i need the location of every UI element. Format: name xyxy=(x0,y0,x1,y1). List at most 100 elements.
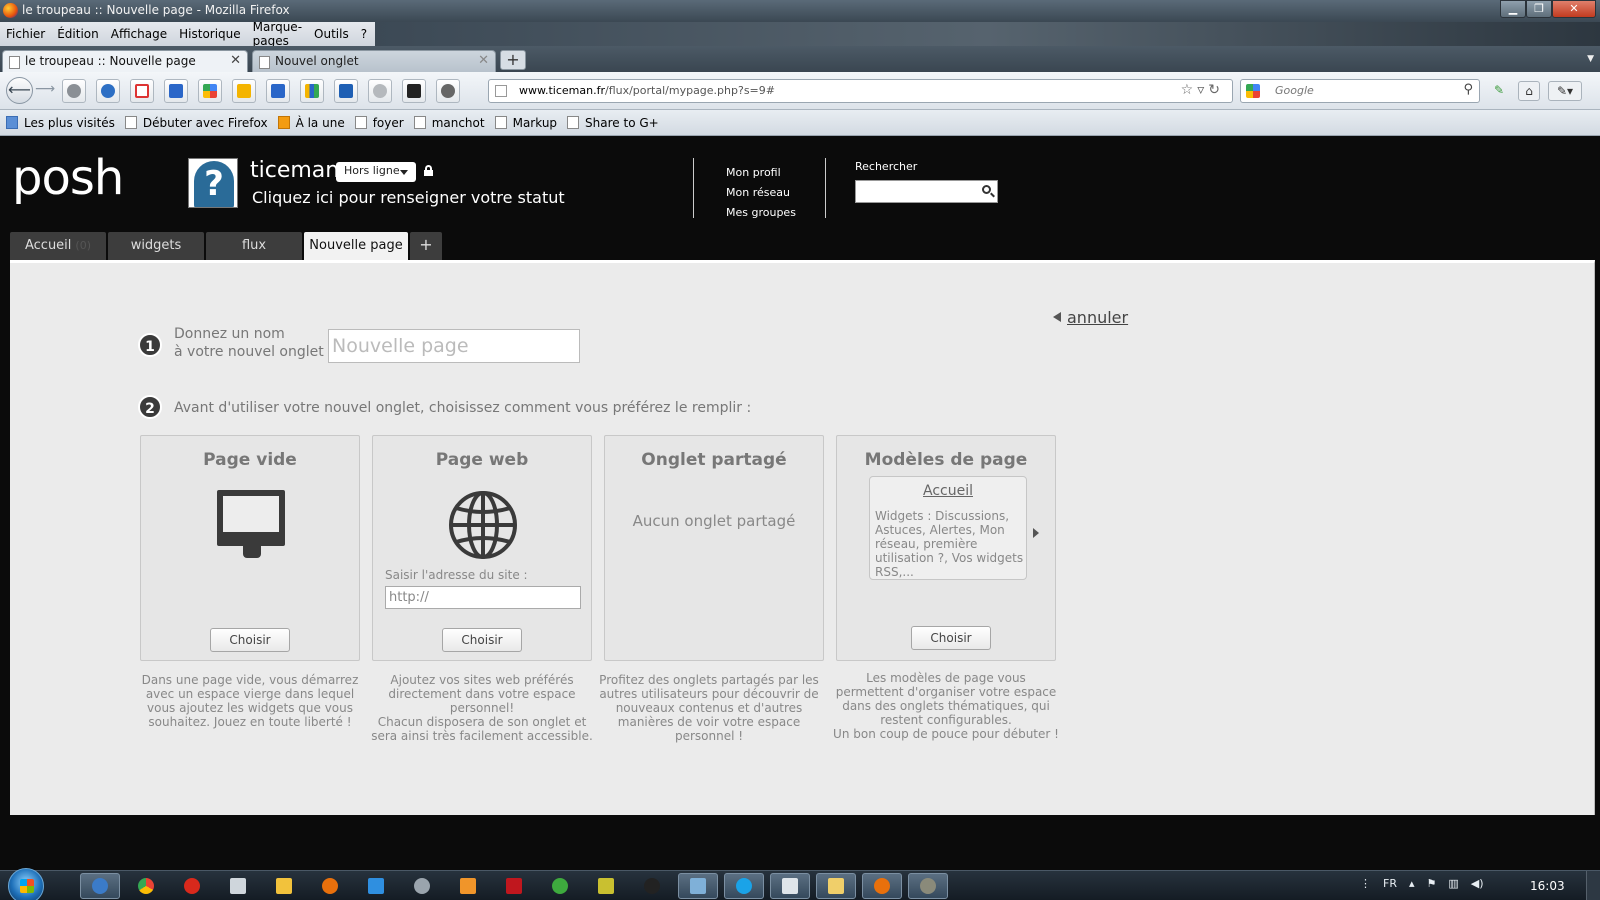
bookmark-star-icon[interactable]: ☆ xyxy=(1181,82,1198,98)
site-identity-icon[interactable] xyxy=(495,85,507,97)
cancel-link[interactable]: annuler xyxy=(1053,308,1128,327)
taskbar-app-thunderbird[interactable] xyxy=(80,873,120,899)
tray-expand-icon[interactable]: ▴ xyxy=(1409,877,1415,890)
tab-new-page[interactable]: Nouvelle page xyxy=(304,232,408,260)
bookmark-most-visited[interactable]: Les plus visités xyxy=(6,116,115,130)
avatar[interactable]: ? xyxy=(188,158,238,208)
bookmark-markup[interactable]: Markup xyxy=(494,116,557,130)
gmail-icon[interactable] xyxy=(130,79,154,103)
status-dropdown[interactable]: Hors ligne xyxy=(336,162,416,182)
taskbar-app-skype[interactable] xyxy=(724,873,764,899)
close-tab-icon[interactable]: ✕ xyxy=(230,53,241,68)
reload-icon[interactable]: ↻ xyxy=(1208,82,1224,98)
calendar-icon[interactable] xyxy=(266,79,290,103)
taskbar-app-calculator[interactable] xyxy=(218,873,258,899)
start-button[interactable] xyxy=(8,868,44,900)
status-message[interactable]: Cliquez ici pour renseigner votre statut xyxy=(252,188,565,207)
add-tab-button[interactable]: + xyxy=(410,232,442,260)
taskbar-app-download[interactable] xyxy=(770,873,810,899)
bookmark-getting-started[interactable]: Débuter avec Firefox xyxy=(124,116,268,130)
site-url-input[interactable]: http:// xyxy=(385,586,581,609)
back-button[interactable]: ⟵ xyxy=(6,77,33,104)
tab-flux[interactable]: flux xyxy=(206,232,302,260)
bookmark-foyer[interactable]: foyer xyxy=(354,116,404,130)
home-icon[interactable]: ⌂ xyxy=(1518,81,1540,101)
tab-widgets[interactable]: widgets xyxy=(108,232,204,260)
tab-name-input[interactable]: Nouvelle page xyxy=(328,329,580,363)
volume-icon[interactable]: ◀) xyxy=(1471,877,1484,890)
search-engine-icon[interactable] xyxy=(1246,84,1260,98)
new-tab-button[interactable]: + xyxy=(500,50,526,70)
taskbar-app-network[interactable] xyxy=(678,873,718,899)
addon-bars-icon[interactable] xyxy=(300,79,324,103)
choose-web-button[interactable]: Choisir xyxy=(442,628,522,652)
taskbar-app-gimp[interactable] xyxy=(908,873,948,899)
browser-tab-active[interactable]: le troupeau :: Nouvelle page ✕ xyxy=(2,50,248,72)
bookmark-manchot[interactable]: manchot xyxy=(413,116,485,130)
menu-bookmarks[interactable]: Marque-pages xyxy=(253,20,302,48)
clock[interactable]: 16:03 xyxy=(1530,879,1565,893)
forward-button[interactable]: ⟶ xyxy=(35,81,55,97)
addon-globe-icon[interactable] xyxy=(96,79,120,103)
taskbar-app-archive[interactable] xyxy=(586,873,626,899)
minimize-button[interactable]: ▁ xyxy=(1500,0,1526,18)
search-bar[interactable]: Google ⚲ xyxy=(1240,79,1480,103)
close-tab-icon[interactable]: ✕ xyxy=(478,53,489,68)
show-desktop-button[interactable] xyxy=(1586,871,1600,900)
taskbar-app-firefox-active[interactable] xyxy=(862,873,902,899)
taskbar-app-firefox[interactable] xyxy=(310,873,350,899)
maps-icon[interactable] xyxy=(232,79,256,103)
flag-icon[interactable]: ⚑ xyxy=(1427,877,1437,890)
tools-menu-icon[interactable]: ✎▾ xyxy=(1548,81,1582,101)
my-profile-link[interactable]: Mon profil xyxy=(726,163,796,183)
choose-template-button[interactable]: Choisir xyxy=(911,626,991,650)
menu-view[interactable]: Affichage xyxy=(111,27,167,41)
addon-copy-icon[interactable] xyxy=(164,79,188,103)
posh-search-input[interactable] xyxy=(855,180,998,203)
tab-home[interactable]: Accueil (0) xyxy=(10,232,106,260)
menu-tools[interactable]: Outils xyxy=(314,27,349,41)
username[interactable]: ticeman xyxy=(250,158,339,183)
taskbar-app-bug[interactable] xyxy=(632,873,672,899)
my-network-link[interactable]: Mon réseau xyxy=(726,183,796,203)
addon-share-icon[interactable] xyxy=(62,79,86,103)
bookmark-share-gplus[interactable]: Share to G+ xyxy=(567,116,659,130)
search-icon[interactable] xyxy=(982,185,991,194)
browser-tab-new[interactable]: Nouvel onglet ✕ xyxy=(252,50,496,72)
next-template-icon[interactable] xyxy=(1033,528,1039,538)
search-icon[interactable]: ⚲ xyxy=(1463,82,1473,97)
my-groups-link[interactable]: Mes groupes xyxy=(726,203,796,223)
taskbar-app-explorer[interactable] xyxy=(816,873,856,899)
google-icon[interactable] xyxy=(198,79,222,103)
taskbar-app-settings[interactable] xyxy=(402,873,442,899)
taskbar-app-vlc[interactable] xyxy=(448,873,488,899)
dropdown-icon[interactable]: ▿ xyxy=(1197,82,1208,98)
menu-history[interactable]: Historique xyxy=(179,27,241,41)
address-bar[interactable]: www.ticeman.fr/flux/portal/mypage.php?s=… xyxy=(488,79,1233,103)
taskbar-app-filezilla[interactable] xyxy=(494,873,534,899)
addon-blue-icon[interactable] xyxy=(334,79,358,103)
add-icon[interactable] xyxy=(402,79,426,103)
gear-icon[interactable] xyxy=(368,79,392,103)
tab-list-arrow-icon[interactable]: ▼ xyxy=(1587,54,1594,64)
taskbar-app-chrome[interactable] xyxy=(126,873,166,899)
template-accueil[interactable]: Accueil Widgets : Discussions, Astuces, … xyxy=(869,476,1027,580)
posh-logo[interactable]: posh xyxy=(12,150,124,206)
addon-green-icon[interactable]: ✎ xyxy=(1488,81,1510,101)
maximize-button[interactable]: ❐ xyxy=(1526,0,1552,18)
menu-file[interactable]: Fichier xyxy=(6,27,45,41)
taskbar-app-mail[interactable] xyxy=(264,873,304,899)
taskbar-app-flash[interactable] xyxy=(172,873,212,899)
menu-help[interactable]: ? xyxy=(361,27,367,41)
taskbar-app-green[interactable] xyxy=(540,873,580,899)
bookmark-headlines[interactable]: À la une xyxy=(277,116,345,130)
template-name[interactable]: Accueil xyxy=(870,483,1026,499)
lock-icon[interactable] xyxy=(424,165,433,176)
language-indicator[interactable]: FR xyxy=(1383,877,1397,890)
close-window-button[interactable]: ✕ xyxy=(1552,0,1596,18)
wrench-icon[interactable] xyxy=(436,79,460,103)
menu-edit[interactable]: Édition xyxy=(57,27,99,41)
choose-empty-button[interactable]: Choisir xyxy=(210,628,290,652)
taskbar-app-dropbox[interactable] xyxy=(356,873,396,899)
network-icon[interactable]: ▥ xyxy=(1448,877,1458,890)
